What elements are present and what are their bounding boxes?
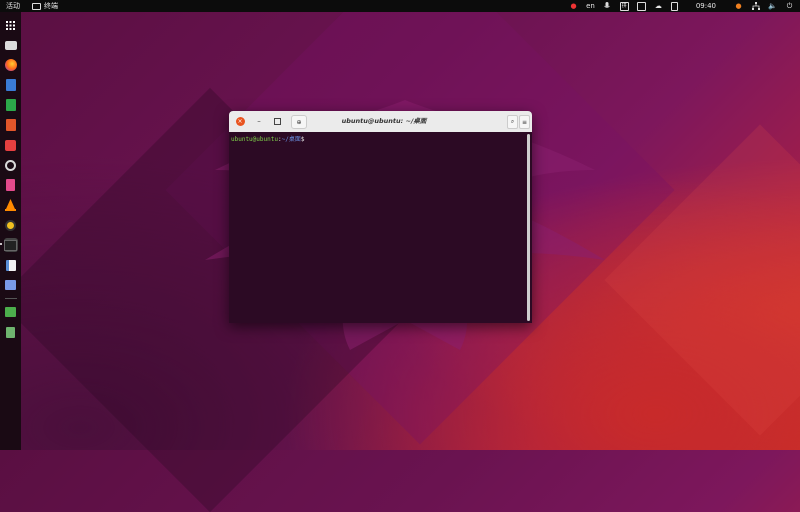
microphone-icon[interactable]	[603, 2, 612, 11]
cloud-icon[interactable]: ☁	[654, 2, 663, 11]
dock-calc[interactable]	[4, 98, 18, 112]
dock-settings[interactable]	[4, 278, 18, 292]
dock-software[interactable]	[4, 138, 18, 152]
hamburger-icon: ≡	[521, 118, 528, 126]
new-tab-icon: ⊕	[296, 118, 302, 126]
dock-music[interactable]	[4, 178, 18, 192]
firefox-icon	[4, 59, 17, 71]
dock-firefox[interactable]	[4, 58, 18, 72]
screen-record-icon[interactable]: ●	[569, 2, 578, 11]
grid-icon	[6, 20, 15, 30]
window-title: ubuntu@ubuntu: ~/桌面	[341, 117, 427, 125]
input-method-icon[interactable]: 拼	[619, 1, 629, 11]
running-indicator	[0, 243, 2, 245]
terminal-output[interactable]: ubuntu@ubuntu:~/桌面$	[229, 132, 525, 323]
app-menu-label: 终端	[44, 2, 58, 10]
volume-icon[interactable]: 🔈	[768, 2, 777, 11]
dock-usb[interactable]	[4, 305, 18, 319]
keyboard-icon[interactable]	[636, 1, 646, 11]
update-icon[interactable]: ●	[734, 2, 743, 11]
search-icon: ⌕	[510, 118, 515, 125]
usb-icon	[5, 307, 16, 317]
new-tab-button[interactable]: ⊕	[291, 115, 307, 129]
terminal-app-icon	[32, 2, 41, 10]
activities-button[interactable]: 活动	[6, 0, 20, 12]
folder-icon	[4, 40, 17, 50]
network-icon[interactable]	[751, 2, 760, 11]
dock-terminal[interactable]	[0, 238, 18, 252]
store-icon	[5, 139, 16, 151]
terminal-titlebar[interactable]: × – ⊕ ubuntu@ubuntu: ~/桌面 ⌕ ≡	[229, 111, 532, 133]
pencil-icon	[5, 259, 16, 271]
clipboard-icon[interactable]	[670, 1, 678, 11]
clock[interactable]: 09:40	[696, 0, 716, 12]
prompt-path: ~/桌面	[281, 136, 301, 143]
terminal-scrollbar[interactable]	[525, 132, 532, 323]
dock-trash[interactable]	[4, 325, 18, 339]
dock-rhythmbox[interactable]	[4, 158, 18, 172]
input-language[interactable]: en	[586, 0, 595, 12]
close-button[interactable]: ×	[234, 115, 246, 127]
top-bar: 活动 终端 ● en 拼 ☁ 09:40 ● 🔈 ⏻	[0, 0, 800, 12]
presentation-icon	[5, 119, 16, 131]
dock-files[interactable]	[4, 38, 18, 52]
power-icon[interactable]: ⏻	[785, 2, 794, 11]
dock-separator	[4, 298, 17, 299]
app-menu[interactable]: 终端	[32, 0, 58, 12]
terminal-window[interactable]: × – ⊕ ubuntu@ubuntu: ~/桌面 ⌕ ≡ ubuntu@ubu…	[229, 111, 532, 323]
note-icon	[6, 179, 15, 191]
dock	[0, 12, 21, 450]
dock-text-editor[interactable]	[4, 258, 18, 272]
prompt-user: ubuntu@ubuntu	[231, 136, 278, 143]
dock-speaker[interactable]	[4, 218, 18, 232]
dock-vlc[interactable]	[4, 198, 18, 212]
trash-icon	[6, 326, 15, 338]
music-icon	[5, 159, 16, 171]
menu-button[interactable]: ≡	[519, 115, 530, 129]
close-icon: ×	[235, 116, 245, 126]
maximize-icon	[273, 117, 281, 125]
window-icon	[5, 280, 16, 290]
spreadsheet-icon	[5, 99, 16, 111]
maximize-button[interactable]	[271, 115, 283, 127]
scrollbar-thumb[interactable]	[527, 134, 530, 321]
prompt-symbol: $	[300, 136, 305, 143]
terminal-icon	[4, 239, 17, 251]
minimize-icon: –	[257, 117, 261, 125]
mail-icon	[5, 79, 16, 91]
minimize-button[interactable]: –	[253, 115, 265, 127]
search-button[interactable]: ⌕	[507, 115, 518, 129]
dock-impress[interactable]	[4, 118, 18, 132]
speaker-icon	[5, 219, 16, 231]
dock-thunderbird[interactable]	[4, 78, 18, 92]
cone-icon	[5, 199, 16, 211]
show-apps-button[interactable]	[4, 18, 18, 32]
